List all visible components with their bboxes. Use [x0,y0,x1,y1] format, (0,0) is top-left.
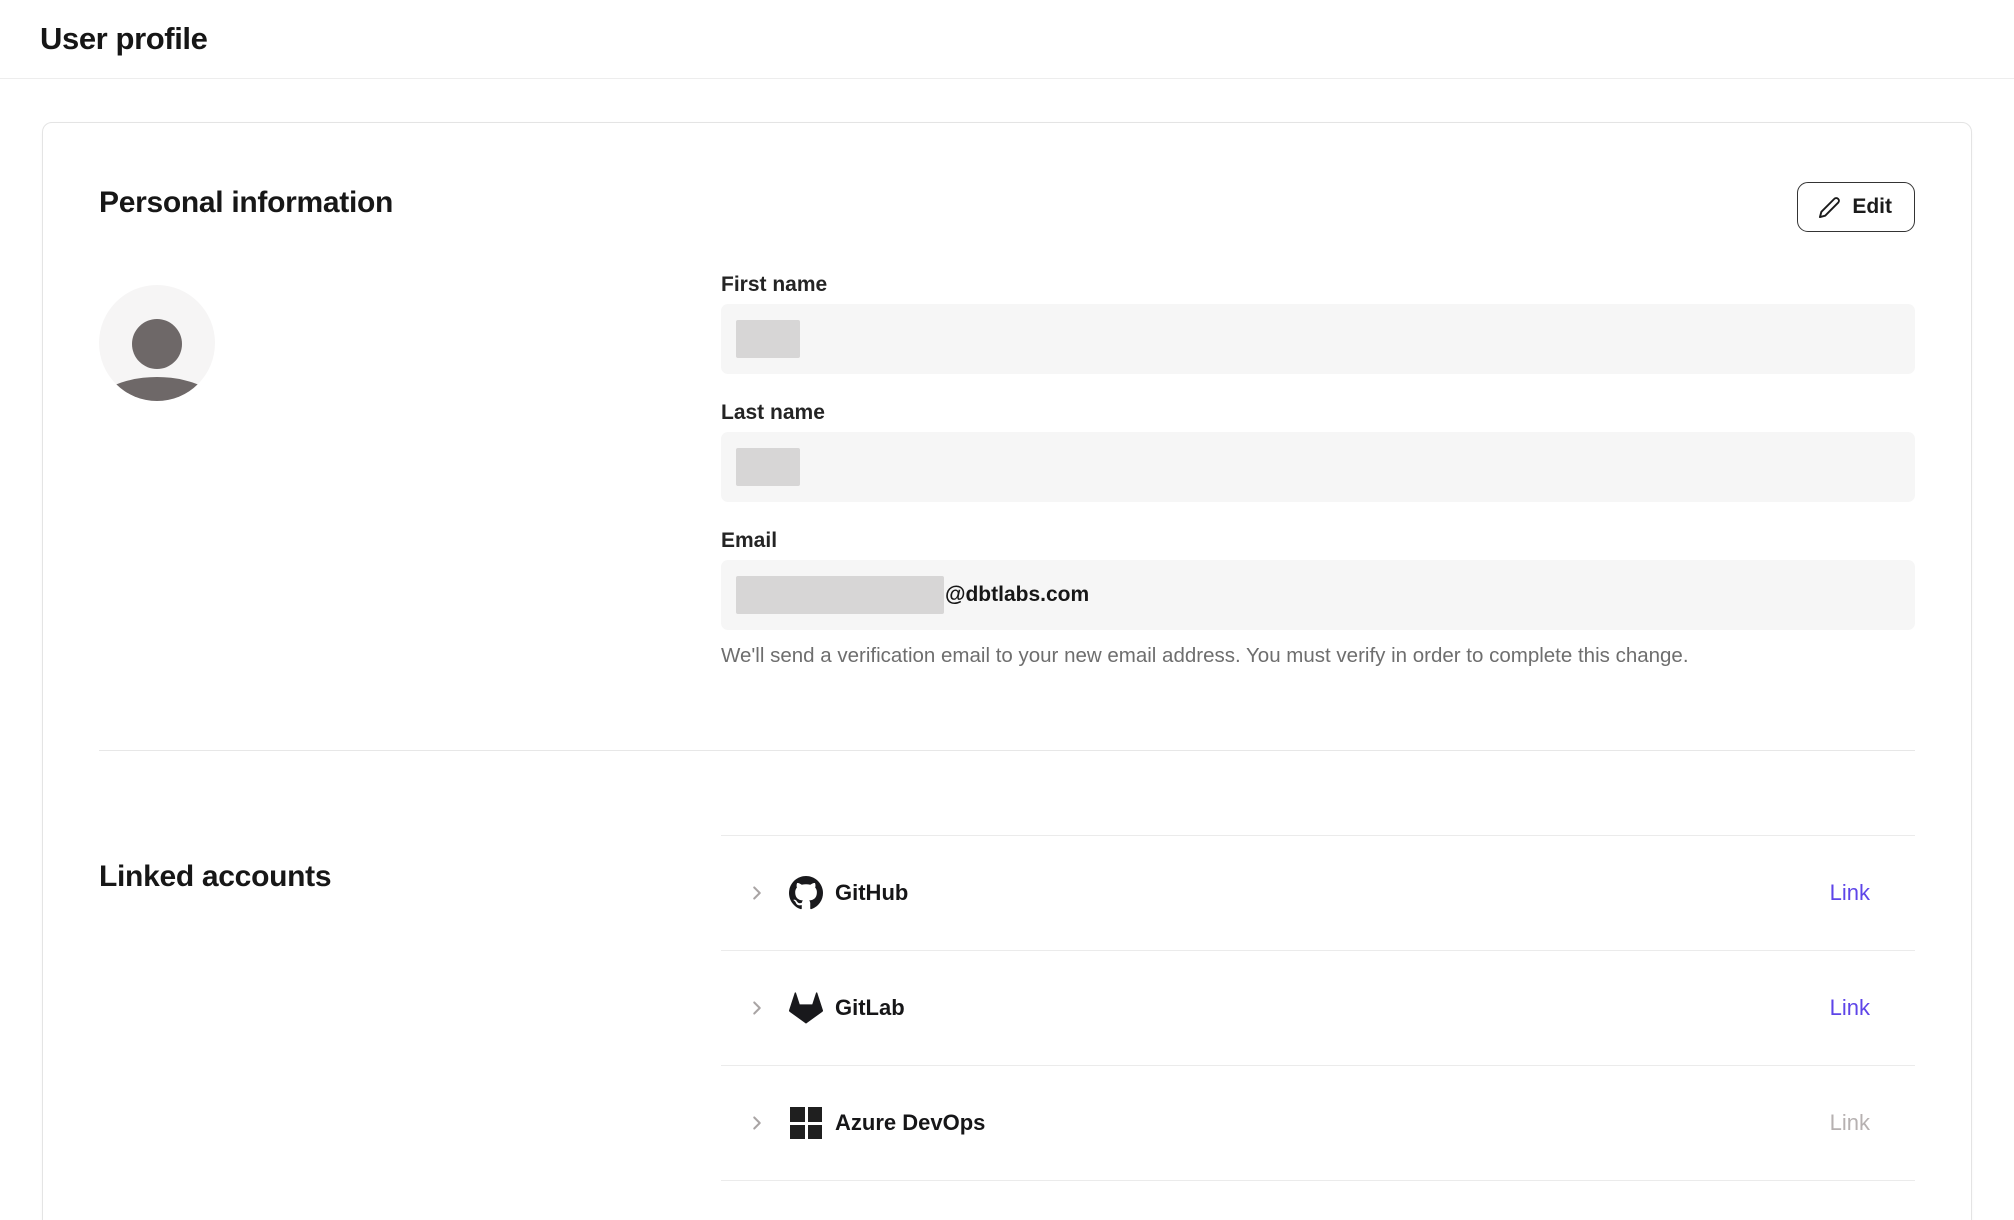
profile-card: Personal information Edit First name Las… [42,122,1972,1220]
linked-accounts-heading-column: Linked accounts [99,751,721,1181]
linked-accounts-section: Linked accounts GitHub Link [99,751,1915,1181]
personal-section-header: Personal information Edit [99,185,1915,232]
email-label: Email [721,528,1915,553]
linked-accounts-list: GitHub Link GitLab Link [721,835,1915,1181]
chevron-right-icon[interactable] [746,997,768,1019]
pencil-icon [1818,196,1841,219]
chevron-right-icon[interactable] [746,1112,768,1134]
redacted-email-local-part [736,576,944,614]
personal-information-heading: Personal information [99,185,393,221]
avatar-body-shape [99,377,215,401]
chevron-right-icon[interactable] [746,882,768,904]
last-name-field [721,432,1915,502]
edit-button[interactable]: Edit [1797,182,1915,232]
gitlab-link-action[interactable]: Link [1830,995,1870,1021]
provider-name: GitLab [835,995,905,1021]
linked-accounts-heading: Linked accounts [99,859,721,895]
redacted-last-name-value [736,448,800,486]
email-field: @dbtlabs.com [721,560,1915,630]
linked-account-row-gitlab[interactable]: GitLab Link [721,951,1915,1066]
first-name-label: First name [721,272,1915,297]
github-link-action[interactable]: Link [1830,880,1870,906]
azure-devops-link-action: Link [1830,1110,1870,1136]
page-title: User profile [40,21,207,57]
personal-section-body: First name Last name Email @dbtlabs.com … [99,272,1915,668]
page-header: User profile [0,0,2014,79]
azure-devops-icon [789,1106,823,1140]
personal-form: First name Last name Email @dbtlabs.com … [721,272,1915,668]
provider-name: Azure DevOps [835,1110,985,1136]
email-domain-text: @dbtlabs.com [945,583,1089,607]
github-icon [789,876,823,910]
linked-account-row-azure-devops[interactable]: Azure DevOps Link [721,1066,1915,1181]
gitlab-icon [789,991,823,1025]
provider-name: GitHub [835,880,908,906]
first-name-field [721,304,1915,374]
last-name-label: Last name [721,400,1915,425]
linked-account-row-github[interactable]: GitHub Link [721,836,1915,951]
avatar-head-shape [132,319,182,369]
redacted-first-name-value [736,320,800,358]
linked-accounts-list-column: GitHub Link GitLab Link [721,751,1915,1181]
avatar-column [99,272,721,668]
avatar [99,285,215,401]
email-helper-text: We'll send a verification email to your … [721,643,1915,668]
edit-button-label: Edit [1852,195,1892,219]
